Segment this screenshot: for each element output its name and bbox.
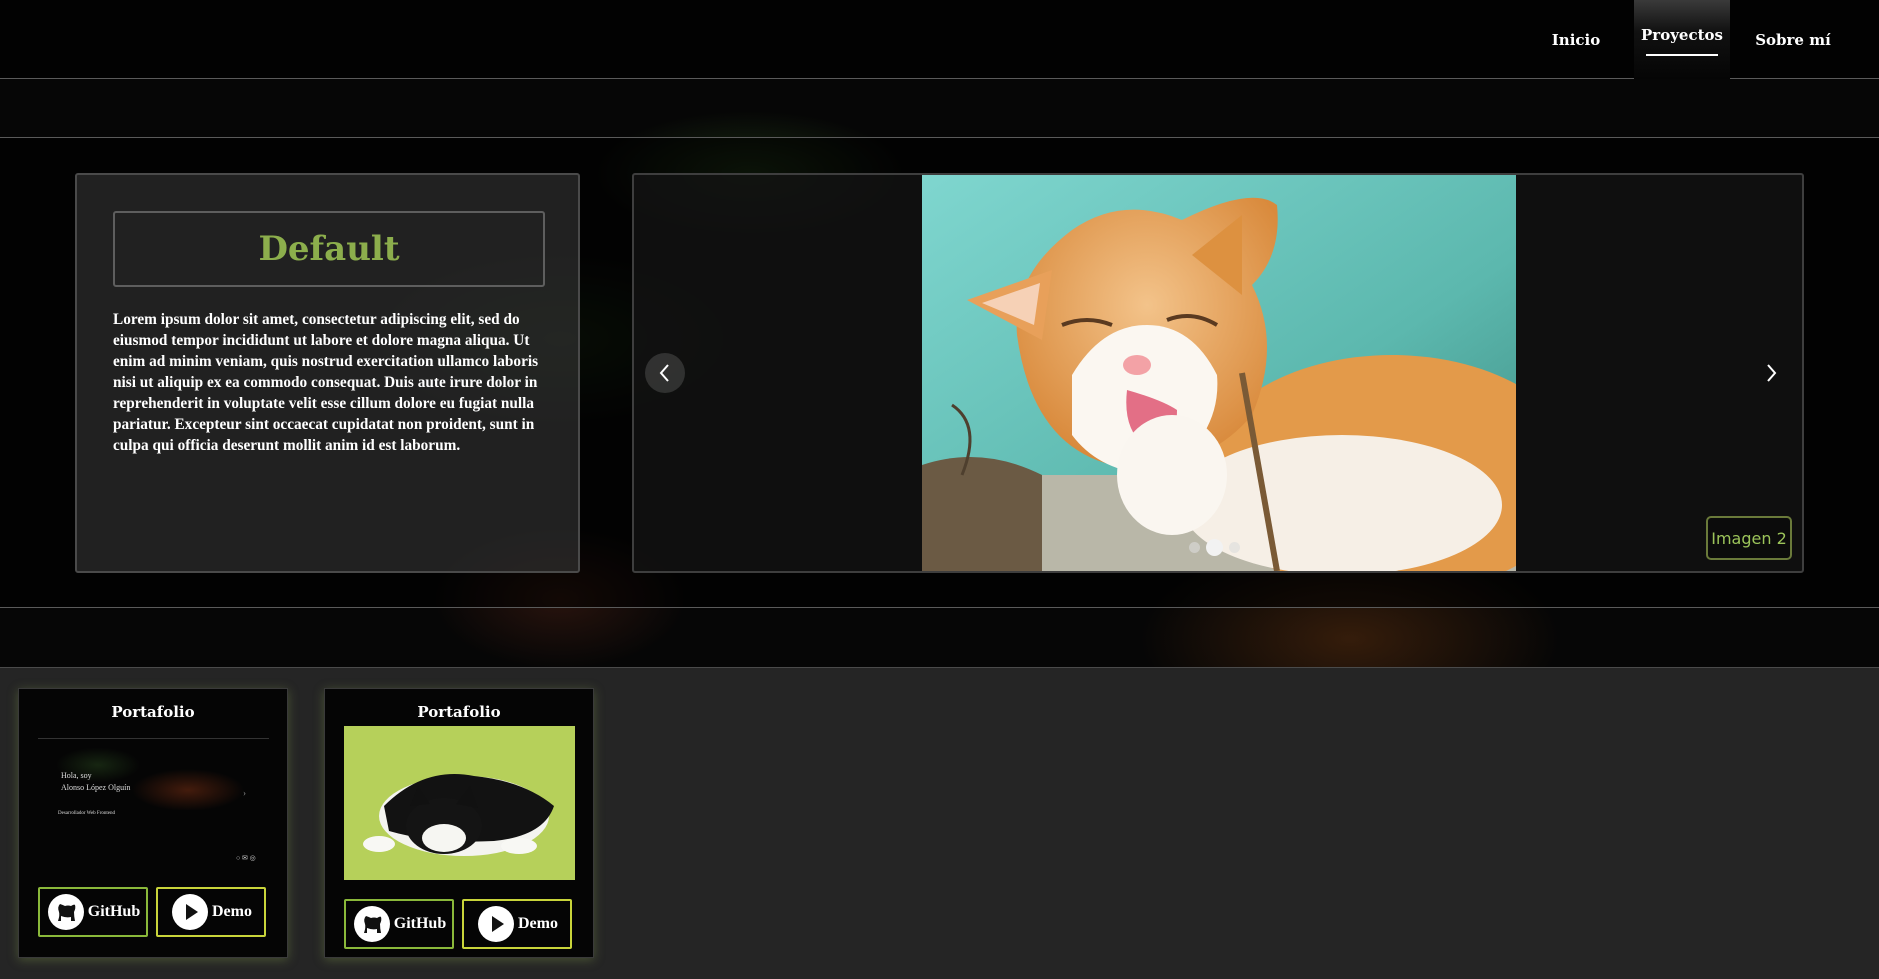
cat-photo-thumbnail[interactable] (344, 726, 575, 880)
demo-label: Demo (212, 903, 252, 920)
preview-divider (38, 738, 269, 739)
demo-button[interactable]: Demo (156, 887, 266, 937)
divider (0, 137, 1879, 138)
preview-name: Alonso López Olguín (61, 783, 131, 792)
nav-label: Sobre mí (1755, 30, 1831, 49)
github-icon (352, 904, 392, 944)
divider (0, 607, 1879, 608)
top-navbar: Inicio Proyectos Sobre mí (0, 0, 1879, 79)
project-card: Portafolio GitHub Demo (324, 688, 594, 958)
chevron-left-icon (659, 364, 669, 382)
nav-label: Inicio (1551, 30, 1601, 49)
play-icon (476, 904, 516, 944)
github-label: GitHub (393, 915, 447, 932)
github-icon (46, 892, 86, 932)
github-button[interactable]: GitHub (344, 899, 454, 949)
carousel-dot-2[interactable] (1206, 539, 1223, 556)
carousel-next-button[interactable] (1751, 353, 1791, 393)
preview-chevron-icon: › (243, 788, 246, 798)
carousel-dot-1[interactable] (1189, 542, 1200, 553)
demo-label: Demo (518, 915, 558, 932)
project-title: Default (258, 229, 400, 269)
demo-button[interactable]: Demo (462, 899, 572, 949)
carousel-prev-button[interactable] (645, 353, 685, 393)
github-label: GitHub (87, 903, 141, 920)
project-card-title: Portafolio (111, 703, 195, 721)
carousel-dot-3[interactable] (1229, 542, 1240, 553)
carousel-indicators (1189, 539, 1240, 556)
preview-subtitle: Desarrollador Web Frontend (58, 811, 115, 816)
nav-item-sobre-mi[interactable]: Sobre mí (1745, 0, 1841, 79)
project-card-title: Portafolio (417, 703, 501, 721)
nav-label: Proyectos (1641, 26, 1723, 44)
image-caption: Imagen 2 (1706, 516, 1792, 560)
image-carousel: Imagen 2 (632, 173, 1804, 573)
projects-section: Portafolio Hola, soy Alonso López Olguín… (0, 667, 1879, 979)
cat-licking-paw-image (922, 175, 1516, 571)
site-preview-thumbnail[interactable]: Hola, soy Alonso López Olguín Desarrolla… (38, 726, 269, 880)
preview-greeting: Hola, soy (61, 771, 92, 780)
chevron-right-icon (1767, 364, 1777, 382)
nav-item-proyectos[interactable]: Proyectos (1634, 0, 1730, 79)
github-button[interactable]: GitHub (38, 887, 148, 937)
play-icon (170, 892, 210, 932)
project-info-card: Default Lorem ipsum dolor sit amet, cons… (75, 173, 580, 573)
project-card: Portafolio Hola, soy Alonso López Olguín… (18, 688, 288, 958)
project-description: Lorem ipsum dolor sit amet, consectetur … (113, 311, 539, 454)
project-title-box: Default (113, 211, 545, 287)
nav-item-inicio[interactable]: Inicio (1536, 0, 1616, 79)
active-underline (1646, 54, 1718, 56)
preview-social-icons: ○ ✉ ◎ (236, 854, 256, 862)
